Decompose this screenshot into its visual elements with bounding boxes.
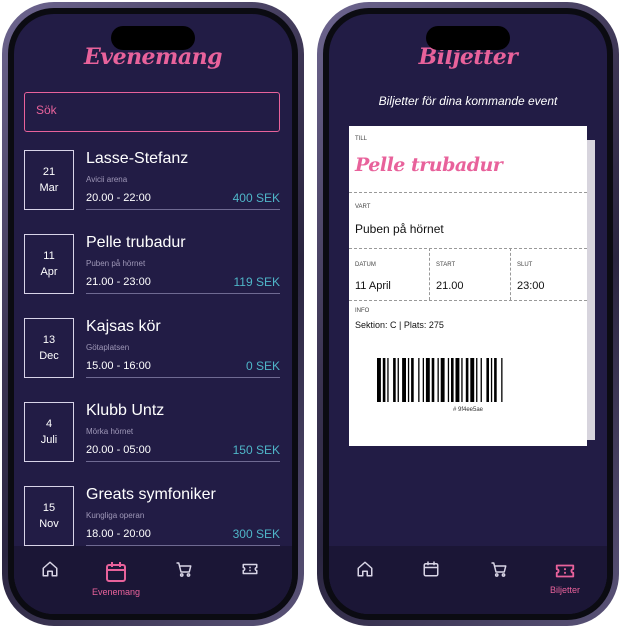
tab-evenemang[interactable]: Evenemang (86, 560, 146, 597)
tab-cart[interactable] (154, 560, 214, 578)
ticket-card[interactable]: TILL Pelle trubadur VART Puben på hörnet… (349, 126, 587, 446)
event-divider (86, 377, 280, 378)
event-name: Klubb Untz (86, 402, 165, 419)
tab-cart[interactable] (469, 560, 529, 578)
tab-bar: Biljetter (329, 546, 607, 614)
event-divider (86, 293, 280, 294)
event-divider (86, 209, 280, 210)
event-price: 0 SEK (245, 359, 280, 373)
event-day: 15 (42, 502, 56, 514)
event-time: 15.00 - 16:00 (86, 360, 151, 372)
divider (349, 248, 587, 249)
calendar-icon (423, 561, 439, 577)
ticket-datum-label: DATUM (355, 262, 376, 268)
divider (510, 248, 511, 300)
event-time: 21.00 - 23:00 (86, 276, 151, 288)
ticket-slut-label: SLUT (517, 262, 533, 268)
page-subtitle: Biljetter för dina kommande event (378, 94, 558, 108)
dynamic-island (426, 26, 510, 50)
tab-bar: Evenemang (14, 546, 292, 614)
tab-label-evenemang: Evenemang (91, 587, 141, 597)
calendar-icon (106, 562, 126, 582)
ticket-icon (242, 563, 258, 575)
event-name: Pelle trubadur (86, 234, 186, 251)
tab-evenemang[interactable] (401, 560, 461, 578)
tab-tickets[interactable] (220, 560, 280, 578)
event-month: Juli (40, 434, 58, 446)
search-input[interactable]: Sök (24, 92, 280, 132)
event-item[interactable]: 15 Nov Greats symfoniker Kungliga operan 18.… (24, 486, 280, 548)
tab-label-biljetter: Biljetter (549, 585, 580, 595)
event-date-box: 4 Juli (24, 402, 74, 462)
event-venue: Puben på hörnet (86, 259, 146, 268)
ticket-end: 23:00 (517, 280, 545, 292)
event-month: Nov (39, 518, 59, 530)
ticket-info: Sektion: C | Plats: 275 (355, 320, 444, 330)
event-venue: Avicii arena (86, 175, 128, 184)
events-screen: Evenemang Sök 21 Mar Lasse-Stefanz Avicii a… (14, 14, 292, 614)
event-time: 20.00 - 22:00 (86, 192, 151, 204)
event-item[interactable]: 13 Dec Kajsas kör Götaplatsen 15.00 - 16:00 0… (24, 318, 280, 380)
event-venue: Mörka hörnet (86, 427, 134, 436)
event-day: 13 (42, 334, 56, 346)
divider (429, 248, 430, 300)
event-name: Kajsas kör (86, 318, 161, 335)
event-day: 21 (42, 166, 56, 178)
ticket-info-label: INFO (355, 308, 370, 314)
divider (349, 192, 587, 193)
ticket-date: 11 April (355, 280, 391, 292)
ticket-code: # 9f4ee5ae (452, 407, 484, 413)
cart-icon (491, 562, 507, 577)
event-price: 300 SEK (232, 527, 280, 541)
divider (349, 300, 587, 301)
tickets-screen: Biljetter Biljetter för dina kommande ev… (329, 14, 607, 614)
event-date-box: 13 Dec (24, 318, 74, 378)
event-item[interactable]: 21 Mar Lasse-Stefanz Avicii arena 20.00 - 22… (24, 150, 280, 212)
event-date-box: 15 Nov (24, 486, 74, 546)
phone-tickets: Biljetter Biljetter för dina kommande ev… (317, 2, 619, 626)
ticket-venue: Puben på hörnet (355, 222, 444, 236)
cart-icon (176, 562, 192, 577)
event-month: Dec (39, 350, 59, 362)
phone-events: Evenemang Sök 21 Mar Lasse-Stefanz Avicii a… (2, 2, 304, 626)
event-item[interactable]: 4 Juli Klubb Untz Mörka hörnet 20.00 - 05:00… (24, 402, 280, 464)
ticket-vart-label: VART (355, 204, 371, 210)
event-name: Lasse-Stefanz (86, 150, 189, 167)
ticket-event-name: Pelle trubadur (355, 154, 503, 176)
event-name: Greats symfoniker (86, 486, 216, 503)
ticket-start-label: START (436, 262, 456, 268)
event-venue: Götaplatsen (86, 343, 130, 352)
event-time: 20.00 - 05:00 (86, 444, 151, 456)
tab-tickets[interactable]: Biljetter (535, 560, 595, 595)
home-icon (42, 561, 58, 577)
event-date-box: 11 Apr (24, 234, 74, 294)
home-icon (357, 561, 373, 577)
event-month: Apr (40, 266, 58, 278)
event-month: Mar (39, 182, 59, 194)
tab-home[interactable] (335, 560, 395, 578)
ticket-till-label: TILL (355, 136, 368, 142)
event-divider (86, 461, 280, 462)
dynamic-island (111, 26, 195, 50)
ticket-start: 21.00 (436, 280, 464, 292)
ticket-icon (555, 564, 575, 578)
event-time: 18.00 - 20:00 (86, 528, 151, 540)
event-day: 4 (45, 418, 53, 430)
event-price: 400 SEK (232, 191, 280, 205)
event-item[interactable]: 11 Apr Pelle trubadur Puben på hörnet 21.00 … (24, 234, 280, 296)
tab-home[interactable] (20, 560, 80, 578)
event-venue: Kungliga operan (86, 511, 145, 520)
event-date-box: 21 Mar (24, 150, 74, 210)
event-day: 11 (43, 250, 55, 262)
event-price: 119 SEK (233, 275, 280, 289)
barcode (377, 358, 503, 402)
event-price: 150 SEK (232, 443, 280, 457)
